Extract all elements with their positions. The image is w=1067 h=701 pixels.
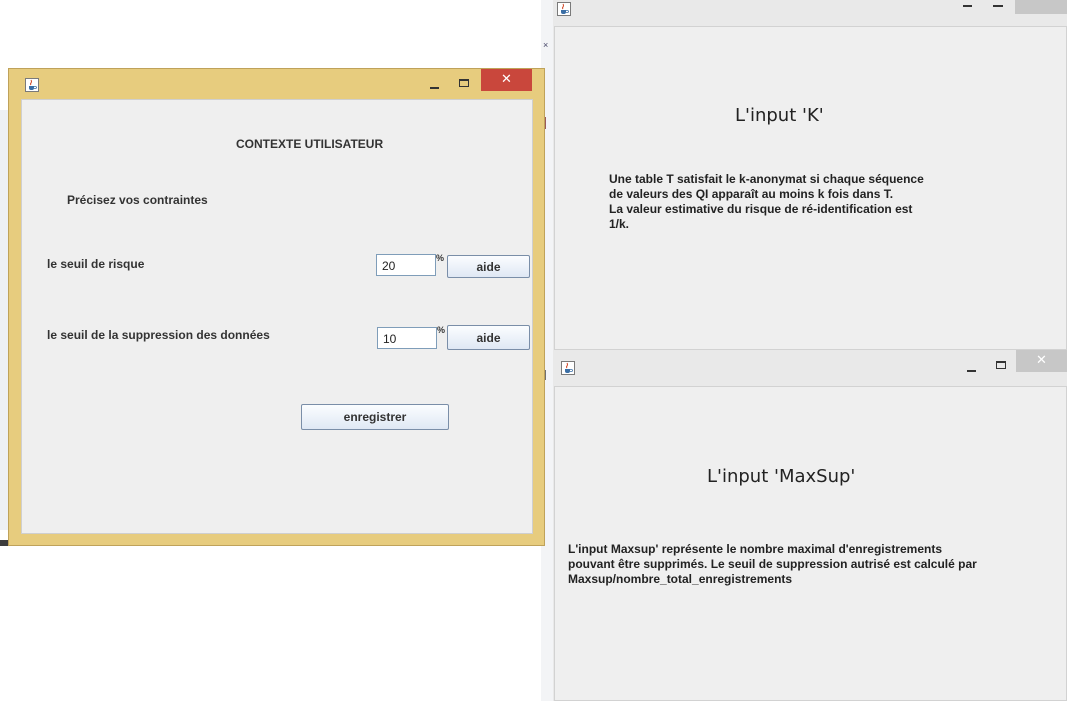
constraints-subtitle: Précisez vos contraintes bbox=[67, 193, 208, 207]
form-content: CONTEXTE UTILISATEUR Précisez vos contra… bbox=[21, 99, 533, 534]
risk-threshold-input[interactable] bbox=[376, 254, 436, 276]
text-line: 1/k. bbox=[609, 217, 630, 231]
suppression-threshold-input[interactable] bbox=[377, 327, 437, 349]
text-line: L'input Maxsup' représente le nombre max… bbox=[568, 542, 942, 556]
close-button[interactable] bbox=[1015, 0, 1067, 14]
text-line: La valeur estimative du risque de ré-ide… bbox=[609, 202, 913, 216]
maxsup-window-content: L'input 'MaxSup' L'input Maxsup' représe… bbox=[554, 386, 1067, 701]
close-button[interactable]: ✕ bbox=[481, 69, 532, 91]
maximize-icon[interactable] bbox=[459, 79, 469, 87]
text-line: Une table T satisfait le k-anonymat si c… bbox=[609, 172, 924, 186]
maxsup-window-titlebar[interactable] bbox=[553, 350, 1067, 386]
suppression-threshold-label: le seuil de la suppression des données bbox=[47, 328, 270, 342]
background-edge-glyph: × bbox=[543, 40, 549, 50]
maximize-icon[interactable] bbox=[996, 361, 1006, 369]
maxsup-help-text: L'input Maxsup' représente le nombre max… bbox=[568, 542, 977, 587]
suppression-percent-sign: % bbox=[437, 325, 446, 335]
close-icon: ✕ bbox=[501, 72, 512, 87]
close-button[interactable]: ✕ bbox=[1016, 350, 1067, 372]
close-icon: ✕ bbox=[1036, 353, 1047, 368]
k-help-text: Une table T satisfait le k-anonymat si c… bbox=[609, 172, 924, 232]
java-icon bbox=[557, 2, 571, 16]
text-line: Maxsup/nombre_total_enregistrements bbox=[568, 572, 793, 586]
maxsup-help-heading: L'input 'MaxSup' bbox=[707, 466, 856, 487]
text-line: pouvant être supprimés. Le seuil de supp… bbox=[568, 557, 977, 571]
java-icon bbox=[561, 361, 575, 375]
k-window-titlebar[interactable] bbox=[553, 0, 1067, 26]
form-window: ✕ CONTEXTE UTILISATEUR Précisez vos cont… bbox=[8, 68, 545, 546]
maximize-icon[interactable] bbox=[993, 5, 1003, 7]
text-line: de valeurs des QI apparaît au moins k fo… bbox=[609, 187, 894, 201]
save-button[interactable]: enregistrer bbox=[301, 404, 449, 430]
form-title: CONTEXTE UTILISATEUR bbox=[236, 137, 384, 151]
suppression-help-button[interactable]: aide bbox=[447, 325, 530, 350]
risk-threshold-label: le seuil de risque bbox=[47, 257, 145, 271]
k-help-window: L'input 'K' Une table T satisfait le k-a… bbox=[553, 0, 1067, 350]
k-help-heading: L'input 'K' bbox=[735, 105, 824, 126]
minimize-icon[interactable] bbox=[430, 87, 439, 89]
minimize-icon[interactable] bbox=[963, 5, 972, 7]
risk-percent-sign: % bbox=[436, 253, 445, 263]
risk-help-button[interactable]: aide bbox=[447, 255, 530, 278]
java-icon bbox=[25, 78, 39, 92]
k-window-content: L'input 'K' Une table T satisfait le k-a… bbox=[554, 26, 1067, 350]
maxsup-help-window: ✕ L'input 'MaxSup' L'input Maxsup' repré… bbox=[553, 350, 1067, 701]
minimize-icon[interactable] bbox=[967, 370, 976, 372]
